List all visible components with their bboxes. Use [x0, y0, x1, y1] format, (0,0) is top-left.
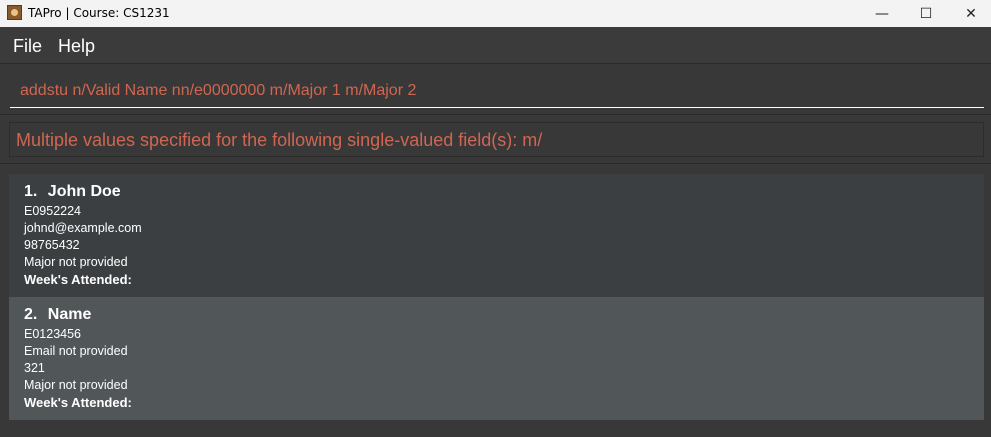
- student-card-header: 1. John Doe: [24, 183, 984, 203]
- student-phone: 321: [24, 361, 45, 375]
- student-id: E0123456: [24, 327, 82, 341]
- student-index: 2.: [24, 306, 38, 323]
- window-title: TAPro | Course: CS1231: [28, 6, 170, 20]
- result-message: Multiple values specified for the follow…: [16, 130, 543, 150]
- student-major: Major not provided: [24, 378, 128, 392]
- menu-help[interactable]: Help: [58, 36, 95, 57]
- student-major: Major not provided: [24, 255, 128, 269]
- menu-file[interactable]: File: [13, 36, 42, 57]
- student-name: John Doe: [47, 183, 121, 200]
- student-email: johnd@example.com: [24, 221, 142, 235]
- student-list[interactable]: 1. John Doe E0952224 johnd@example.com 9…: [0, 164, 991, 437]
- minimize-button[interactable]: —: [859, 0, 905, 27]
- student-card-header: 2. Name: [24, 306, 984, 326]
- student-card-selected[interactable]: 2. Name E0123456 Email not provided 321 …: [9, 297, 984, 420]
- student-id: E0952224: [24, 204, 82, 218]
- app-icon: [7, 5, 22, 20]
- maximize-button[interactable]: ☐: [903, 0, 949, 27]
- student-phone: 98765432: [24, 238, 80, 252]
- student-card[interactable]: 1. John Doe E0952224 johnd@example.com 9…: [9, 174, 984, 297]
- student-weeks-attended: Week's Attended:: [24, 272, 132, 287]
- student-name: Name: [47, 306, 92, 323]
- title-bar: TAPro | Course: CS1231 — ☐ ✕: [0, 0, 991, 27]
- result-box: Multiple values specified for the follow…: [9, 122, 984, 157]
- student-email: Email not provided: [24, 344, 128, 358]
- student-index: 1.: [24, 183, 38, 200]
- command-input[interactable]: [10, 74, 984, 108]
- menu-bar: File Help: [0, 27, 991, 64]
- student-weeks-attended: Week's Attended:: [24, 395, 132, 410]
- close-button[interactable]: ✕: [948, 0, 991, 27]
- result-display: Multiple values specified for the follow…: [0, 115, 991, 164]
- command-box: [0, 64, 991, 115]
